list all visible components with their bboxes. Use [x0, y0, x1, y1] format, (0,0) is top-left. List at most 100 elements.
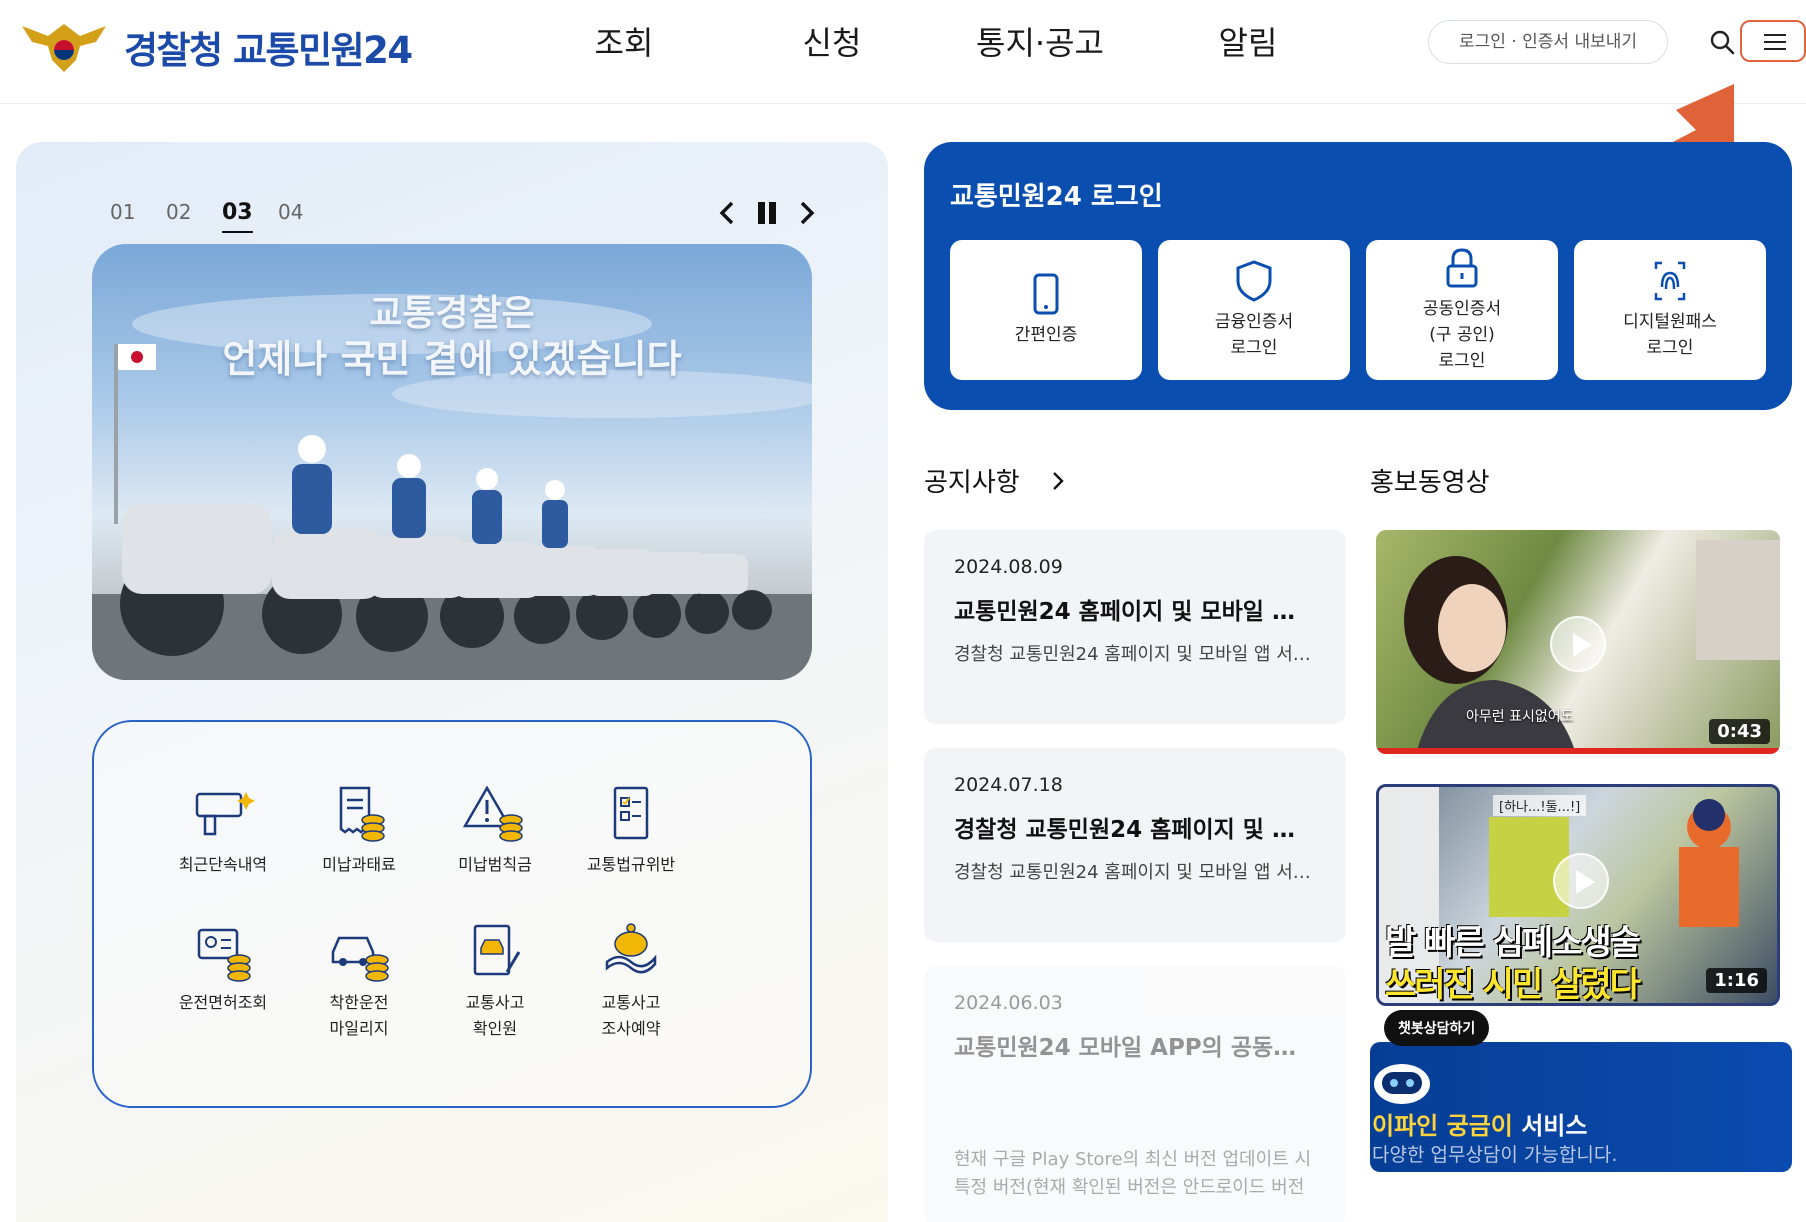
- nav-item-apply[interactable]: 신청: [728, 18, 936, 68]
- quick-item-unpaid-penalty[interactable]: 미납범칙금: [420, 784, 570, 878]
- car-coins-icon: [331, 936, 389, 982]
- chatbot-title-highlight: 이파인 궁금이: [1372, 1112, 1513, 1140]
- slide-controls: [716, 198, 818, 228]
- quick-label: 미납과태료: [322, 855, 396, 874]
- video-thumbnail[interactable]: [하나...!둘...!] 발 빠른 심폐소생술 쓰러진 시민 살렸다 1:16: [1376, 784, 1780, 1006]
- chatbot-banner[interactable]: 이파인 궁금이 서비스 다양한 업무상담이 가능합니다.: [1370, 1042, 1792, 1172]
- piggy-bank-icon: [605, 923, 657, 974]
- slide-num-1[interactable]: 01: [110, 200, 166, 225]
- quick-label: 교통사고 확인원: [465, 993, 525, 1038]
- login-cert-button[interactable]: 로그인 · 인증서 내보내기: [1428, 20, 1668, 64]
- video-headline-2: 쓰러진 시민 살렸다: [1385, 965, 1641, 1005]
- quick-label: 미납범칙금: [458, 855, 532, 874]
- login-option-label: 공동인증서 (구 공인) 로그인: [1422, 299, 1502, 371]
- quick-item-traffic-violation[interactable]: 교통법규위반: [556, 784, 706, 878]
- notice-title: 교통민원24 모바일 APP의 공동인증서: [954, 1035, 1316, 1061]
- chevron-left-icon[interactable]: [716, 198, 738, 228]
- notice-date: 2024.06.03: [954, 992, 1063, 1014]
- notice-spacer: [954, 1062, 1316, 1146]
- notice-title: 경찰청 교통민원24 홈페이지 및 모바일: [954, 817, 1316, 843]
- phone-icon: [1033, 273, 1059, 315]
- notice-desc: 경찰청 교통민원24 홈페이지 및 모바일 앱 서비스: [954, 862, 1316, 883]
- fingerprint-icon: [1654, 261, 1686, 301]
- login-option-digital-onepass[interactable]: 디지털원패스 로그인: [1574, 240, 1766, 380]
- banner-headline-2: 언제나 국민 곁에 있겠습니다: [222, 337, 682, 381]
- logo-text: 경찰청 교통민원24: [124, 29, 413, 72]
- receipt-coins-icon: [339, 786, 385, 842]
- quick-label: 운전면허조회: [178, 993, 268, 1012]
- hero-banner[interactable]: 교통경찰은 언제나 국민 곁에 있겠습니다: [92, 244, 812, 680]
- slide-num-4[interactable]: 04: [278, 200, 334, 225]
- notice-section-title[interactable]: 공지사항: [924, 462, 1070, 499]
- login-option-label: 금융인증서 로그인: [1214, 312, 1294, 358]
- menu-line: [1764, 41, 1786, 43]
- login-option-label: 간편인증: [1014, 325, 1078, 345]
- quick-item-accident-reservation[interactable]: 교통사고 조사예약: [556, 922, 706, 1042]
- video-section-title: 홍보동영상: [1370, 468, 1490, 498]
- quick-item-accident-certificate[interactable]: 교통사고 확인원: [420, 922, 570, 1042]
- slide-num-active-label: 03: [222, 200, 253, 233]
- login-option-simple-auth[interactable]: 간편인증: [950, 240, 1142, 380]
- chevron-right-icon[interactable]: [796, 198, 818, 228]
- notice-desc: 현재 구글 Play Store의 최신 버전 업데이트 시: [954, 1149, 1312, 1170]
- login-option-joint-cert[interactable]: 공동인증서 (구 공인) 로그인: [1366, 240, 1558, 380]
- quick-item-recent-enforcement[interactable]: 최근단속내역: [148, 784, 298, 878]
- notice-desc: 특정 버전(현재 확인된 버전은 안드로이드 버전: [954, 1177, 1305, 1198]
- notice-date: 2024.07.18: [954, 774, 1063, 796]
- shield-icon: [1236, 260, 1272, 302]
- quick-label: 교통법규위반: [586, 855, 676, 874]
- police-emblem-icon: [22, 24, 106, 72]
- video-duration: 1:16: [1706, 968, 1767, 993]
- notice-title: 교통민원24 홈페이지 및 모바일 앱 서비스: [954, 599, 1316, 625]
- progress-bar: [1376, 748, 1780, 754]
- slide-pagination: 01 02 03 04: [110, 200, 334, 233]
- quick-item-unpaid-fine[interactable]: 미납과태료: [284, 784, 434, 878]
- quick-label: 착한운전 마일리지: [329, 993, 389, 1038]
- main-nav: 조회 신청 통지·공고 알림: [520, 18, 1352, 68]
- login-card: 교통민원24 로그인 간편인증 금융인증서 로그인 공동인증서 (구 공인) 로…: [924, 142, 1792, 410]
- checklist-icon: [613, 786, 649, 840]
- play-icon: [1550, 616, 1606, 672]
- quick-item-license-check[interactable]: 운전면허조회: [148, 922, 298, 1016]
- video-duration: 0:43: [1709, 719, 1770, 744]
- lock-icon: [1446, 248, 1478, 288]
- header: 경찰청 교통민원24 조회 신청 통지·공고 알림 로그인 · 인증서 내보내기: [0, 0, 1806, 104]
- warning-coins-icon: [463, 785, 523, 842]
- quick-label: 최근단속내역: [178, 855, 268, 874]
- nav-item-alerts[interactable]: 알림: [1144, 18, 1352, 68]
- chatbot-subtitle: 다양한 업무상담이 가능합니다.: [1372, 1144, 1618, 1166]
- notice-title-text: 공지사항: [924, 468, 1020, 498]
- hamburger-menu-button[interactable]: [1740, 20, 1806, 62]
- menu-line: [1764, 34, 1786, 36]
- notice-desc: 경찰청 교통민원24 홈페이지 및 모바일 앱 서비스: [954, 644, 1316, 665]
- chatbot-robot-icon: [1374, 1064, 1430, 1104]
- quick-item-driving-mileage[interactable]: 착한운전 마일리지: [284, 922, 434, 1042]
- chatbot-title-rest: 서비스: [1512, 1112, 1588, 1140]
- left-panel: 01 02 03 04 교통경찰은 언제나 국민 곁에 있겠습니다 최근단속내역…: [16, 142, 888, 1222]
- pause-icon[interactable]: [756, 198, 778, 228]
- search-icon[interactable]: [1706, 26, 1738, 58]
- login-title: 교통민원24 로그인: [950, 182, 1163, 212]
- login-option-label: 디지털원패스 로그인: [1623, 312, 1717, 358]
- camera-icon: [195, 792, 255, 836]
- accident-doc-icon: [473, 924, 521, 976]
- nav-item-notice[interactable]: 통지·공고: [936, 18, 1144, 68]
- video-tag: [하나...!둘...!]: [1493, 795, 1587, 816]
- nav-item-lookup[interactable]: 조회: [520, 18, 728, 68]
- notice-date: 2024.08.09: [954, 556, 1063, 578]
- slide-num-2[interactable]: 02: [166, 200, 222, 225]
- chatbot-tooltip[interactable]: 챗봇상담하기: [1384, 1010, 1490, 1046]
- notice-card[interactable]: 2024.06.03 교통민원24 모바일 APP의 공동인증서 현재 구글 P…: [924, 966, 1346, 1222]
- notice-card[interactable]: 2024.08.09 교통민원24 홈페이지 및 모바일 앱 서비스 경찰청 교…: [924, 530, 1346, 724]
- quick-menu: 최근단속내역 미납과태료 미납범칙금 교통법규위반 운전면허조회 착한운전 마일…: [92, 720, 812, 1108]
- quick-label: 교통사고 조사예약: [601, 993, 661, 1038]
- slide-num-3[interactable]: 03: [222, 200, 278, 233]
- video-thumbnail[interactable]: 아무런 표시없어도 0:43: [1376, 530, 1780, 754]
- site-logo[interactable]: 경찰청 교통민원24: [18, 12, 413, 82]
- chatbot-title: 이파인 궁금이 서비스: [1372, 1106, 1587, 1141]
- license-coins-icon: [197, 928, 251, 982]
- login-option-financial-cert[interactable]: 금융인증서 로그인: [1158, 240, 1350, 380]
- menu-line: [1764, 48, 1786, 50]
- notice-card[interactable]: 2024.07.18 경찰청 교통민원24 홈페이지 및 모바일 경찰청 교통민…: [924, 748, 1346, 942]
- chevron-right-icon: [1053, 472, 1064, 490]
